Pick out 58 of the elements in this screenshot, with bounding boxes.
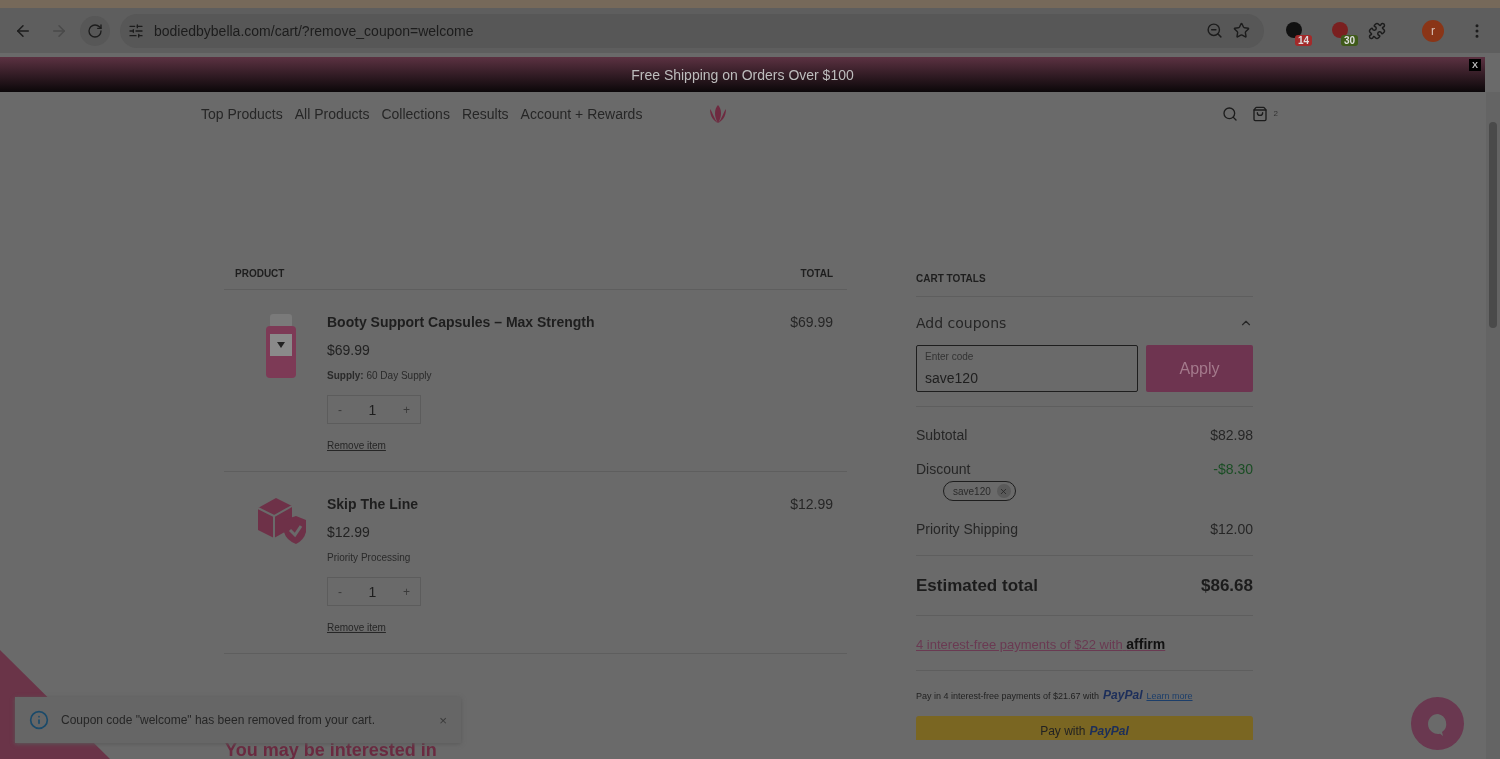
quantity-stepper[interactable]: - 1 + xyxy=(327,395,421,424)
shipping-value: $12.00 xyxy=(1210,521,1253,537)
cart-icon[interactable] xyxy=(1251,105,1268,122)
bottle-icon xyxy=(264,314,298,380)
plus-button[interactable]: + xyxy=(403,584,410,599)
remove-item-link[interactable]: Remove item xyxy=(327,622,386,633)
product-name: Booty Support Capsules – Max Strength xyxy=(327,314,595,330)
subtotal-value: $82.98 xyxy=(1210,427,1253,443)
plus-button[interactable]: + xyxy=(403,402,410,417)
paypal-button[interactable]: Pay with PayPal xyxy=(916,716,1253,740)
apply-button[interactable]: Apply xyxy=(1146,345,1253,392)
product-option: Supply: 60 Day Supply xyxy=(327,370,432,381)
close-button[interactable]: X xyxy=(1469,59,1481,71)
learn-more-link[interactable]: Learn more xyxy=(1146,691,1193,701)
chat-button[interactable] xyxy=(1411,697,1464,750)
address-bar[interactable]: bodiedbybella.com/cart/?remove_coupon=welcome xyxy=(120,13,1264,48)
info-icon xyxy=(29,710,49,730)
product-price: $69.99 xyxy=(327,342,370,358)
nav-link[interactable]: Top Products xyxy=(201,105,283,122)
remove-item-link[interactable]: Remove item xyxy=(327,440,386,451)
search-icon[interactable] xyxy=(1221,105,1238,122)
toast-message: Coupon code "welcome" has been removed from your cart. xyxy=(61,713,376,727)
product-option: Priority Processing xyxy=(327,552,411,563)
nav-link[interactable]: All Products xyxy=(294,105,370,122)
minus-button[interactable]: - xyxy=(338,402,342,417)
bookmark-star-icon[interactable] xyxy=(1233,22,1250,39)
site-settings-icon[interactable] xyxy=(128,22,144,39)
column-header: TOTAL xyxy=(800,268,833,279)
line-total: $12.99 xyxy=(790,496,833,514)
package-check-icon xyxy=(256,496,306,544)
announcement-text: Free Shipping on Orders Over $100 xyxy=(631,66,854,83)
product-name: Skip The Line xyxy=(327,496,418,512)
column-header: PRODUCT xyxy=(235,268,285,279)
quantity-stepper[interactable]: - 1 + xyxy=(327,577,421,606)
estimated-total-value: $86.68 xyxy=(1201,576,1253,596)
shipping-label: Priority Shipping xyxy=(916,521,1018,537)
quantity-value: 1 xyxy=(368,401,377,418)
remove-coupon-icon[interactable] xyxy=(996,484,1011,498)
lotus-logo-icon[interactable] xyxy=(708,104,729,123)
cart-totals-heading: CART TOTALS xyxy=(916,273,986,284)
paypal-logo: PayPal xyxy=(1103,688,1143,702)
subtotal-label: Subtotal xyxy=(916,427,968,443)
discount-value: -$8.30 xyxy=(1213,461,1253,477)
zoom-icon[interactable] xyxy=(1206,22,1223,39)
nav-link[interactable]: Account + Rewards xyxy=(520,105,643,122)
reload-icon[interactable] xyxy=(80,15,110,46)
minus-button[interactable]: - xyxy=(338,584,342,599)
estimated-total-label: Estimated total xyxy=(916,576,1038,596)
quantity-value: 1 xyxy=(368,583,377,600)
related-products-heading: You may be interested in xyxy=(225,740,437,759)
discount-label: Discount xyxy=(916,461,971,477)
profile-avatar[interactable]: r xyxy=(1422,19,1444,42)
add-coupons-toggle[interactable]: Add coupons xyxy=(916,297,1253,345)
line-total: $69.99 xyxy=(790,314,833,332)
nav-link[interactable]: Results xyxy=(461,105,509,122)
url-text: bodiedbybella.com/cart/?remove_coupon=welcome xyxy=(154,22,475,39)
nav-link[interactable]: Collections xyxy=(381,105,450,122)
product-price: $12.99 xyxy=(327,524,370,540)
